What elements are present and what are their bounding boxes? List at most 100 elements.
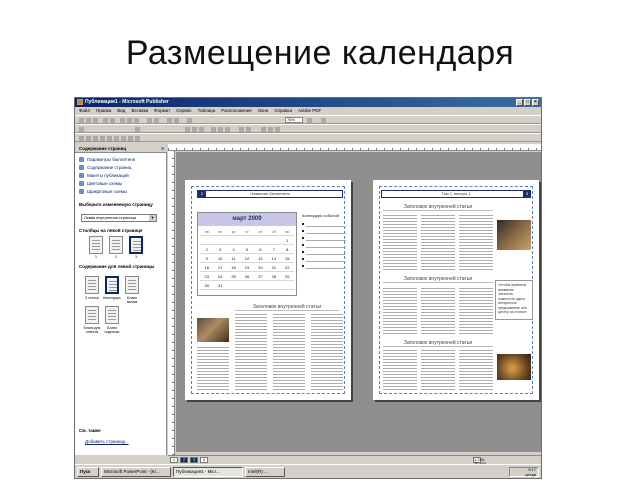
left-article-title[interactable]: Заголовок внутренней статьи: [235, 304, 339, 311]
menu-view[interactable]: Вид: [117, 107, 125, 115]
undo-icon[interactable]: [147, 118, 152, 123]
taskbar-intel[interactable]: Intel(R) ...: [245, 467, 285, 477]
cut-icon[interactable]: [120, 118, 125, 123]
left-text-column-1[interactable]: [197, 346, 229, 390]
close-icon[interactable]: ×: [532, 99, 539, 106]
bold-icon[interactable]: [185, 127, 190, 132]
left-text-column-4[interactable]: [311, 314, 343, 390]
left-page[interactable]: 2 Название бюллетеня март 2009 пн вт ср чт п…: [185, 180, 351, 400]
numbering-icon[interactable]: [246, 127, 251, 132]
calendar[interactable]: март 2009 пн вт ср чт пт сб вс 1 2 3 4 5 6 7 8 9 10 11 12 1…: [197, 212, 297, 296]
text-box-icon[interactable]: [86, 136, 91, 141]
page-tab-4[interactable]: 4: [200, 457, 208, 463]
maximize-icon[interactable]: □: [524, 99, 531, 106]
copy-icon[interactable]: [127, 118, 132, 123]
tp-link-publication-designs[interactable]: Макеты публикаций: [79, 172, 129, 179]
open-icon[interactable]: [86, 118, 91, 123]
line-color-icon[interactable]: [268, 127, 273, 132]
page-select[interactable]: Левая внутренняя страница: [81, 214, 157, 222]
menu-format[interactable]: Формат: [154, 107, 170, 115]
right-article-photo-1[interactable]: [497, 220, 531, 250]
columns-3-option[interactable]: [129, 236, 143, 254]
tp-link-page-content[interactable]: Содержание страниц: [79, 164, 131, 171]
content-3-articles-option[interactable]: [85, 276, 99, 294]
menu-window[interactable]: Окно: [258, 107, 268, 115]
help-icon[interactable]: [321, 118, 326, 123]
menu-adobe-pdf[interactable]: Adobe PDF: [298, 107, 321, 115]
columns-2-option[interactable]: [109, 236, 123, 254]
pull-quote[interactable]: «Чтобы привлечь внимание читателя, помес…: [495, 280, 533, 320]
align-center-icon[interactable]: [218, 127, 223, 132]
right-text-column[interactable]: [383, 286, 417, 334]
zoom-box[interactable]: 76%: [285, 117, 303, 123]
insert-table-icon[interactable]: [167, 118, 172, 123]
redo-icon[interactable]: [154, 118, 159, 123]
right-text-column[interactable]: [459, 350, 493, 390]
paste-icon[interactable]: [134, 118, 139, 123]
add-page-link[interactable]: Добавить страницу...: [85, 439, 129, 444]
right-page-header[interactable]: Том 1, выпуск 1 3: [381, 190, 531, 198]
document-canvas[interactable]: 2 Название бюллетеня март 2009 пн вт ср чт п…: [176, 152, 541, 452]
zoom-in-icon[interactable]: [307, 118, 312, 123]
oval-icon[interactable]: [128, 136, 133, 141]
save-icon[interactable]: [93, 118, 98, 123]
picture-frame-icon[interactable]: [107, 136, 112, 141]
bullets-icon[interactable]: [239, 127, 244, 132]
menu-arrange[interactable]: Расположение: [221, 107, 252, 115]
fill-color-icon[interactable]: [261, 127, 266, 132]
menu-table[interactable]: Таблица: [198, 107, 216, 115]
tp-link-newsletter-options[interactable]: Параметры бюллетеня: [79, 156, 135, 163]
insert-picture-icon[interactable]: [174, 118, 179, 123]
left-page-header[interactable]: 2 Название бюллетеня: [197, 190, 343, 198]
content-response-form-option[interactable]: [85, 306, 99, 324]
start-button[interactable]: Пуск: [77, 467, 99, 477]
right-text-column[interactable]: [459, 214, 493, 270]
align-left-icon[interactable]: [211, 127, 216, 132]
tp-link-font-schemes[interactable]: Шрифтовые схемы: [79, 188, 127, 195]
menu-file[interactable]: Файл: [79, 107, 90, 115]
font-dropdown-icon[interactable]: [135, 127, 140, 132]
content-calendar-option[interactable]: [105, 276, 119, 294]
right-text-column[interactable]: [421, 350, 455, 390]
right-text-column[interactable]: [421, 286, 455, 334]
print-icon[interactable]: [103, 118, 108, 123]
menu-insert[interactable]: Вставка: [131, 107, 148, 115]
select-icon[interactable]: [79, 136, 84, 141]
right-text-column[interactable]: [421, 214, 455, 270]
content-signup-form-option[interactable]: [105, 306, 119, 324]
right-article-title-2[interactable]: Заголовок внутренней статьи: [383, 276, 493, 283]
right-article-title-1[interactable]: Заголовок внутренней статьи: [383, 204, 493, 211]
italic-icon[interactable]: [192, 127, 197, 132]
new-icon[interactable]: [79, 118, 84, 123]
page-tab-2[interactable]: 2: [180, 457, 188, 463]
right-article-photo-2[interactable]: [497, 354, 531, 380]
right-article-title-3[interactable]: Заголовок внутренней статьи: [383, 340, 493, 347]
wordart-icon[interactable]: [100, 136, 105, 141]
right-text-column[interactable]: [383, 350, 417, 390]
minimize-icon[interactable]: _: [516, 99, 523, 106]
right-text-column[interactable]: [459, 286, 493, 334]
arrow-icon[interactable]: [121, 136, 126, 141]
taskbar-powerpoint[interactable]: Microsoft PowerPoint - [Ki...: [101, 467, 171, 477]
font-color-icon[interactable]: [275, 127, 280, 132]
menu-edit[interactable]: Правка: [96, 107, 111, 115]
system-tray-clock[interactable]: 9:17 среда: [509, 467, 539, 477]
underline-icon[interactable]: [199, 127, 204, 132]
vertical-ruler[interactable]: [168, 151, 175, 455]
page-tab-1[interactable]: 1: [170, 457, 178, 463]
right-text-column[interactable]: [383, 214, 417, 270]
content-order-form-option[interactable]: [125, 276, 139, 294]
horizontal-ruler[interactable]: [168, 144, 541, 151]
menu-help[interactable]: Справка: [274, 107, 292, 115]
table-frame-icon[interactable]: [93, 136, 98, 141]
line-icon[interactable]: [114, 136, 119, 141]
align-right-icon[interactable]: [225, 127, 230, 132]
zoom-out-icon[interactable]: [187, 118, 192, 123]
left-text-column-2[interactable]: [235, 314, 267, 390]
style-icon[interactable]: [79, 127, 84, 132]
page-tab-3[interactable]: 3: [190, 457, 198, 463]
tp-link-color-schemes[interactable]: Цветовые схемы: [79, 180, 122, 187]
right-page[interactable]: Том 1, выпуск 1 3 Заголовок внутренней с…: [373, 180, 539, 400]
left-text-column-3[interactable]: [273, 314, 305, 390]
columns-1-option[interactable]: [89, 236, 103, 254]
